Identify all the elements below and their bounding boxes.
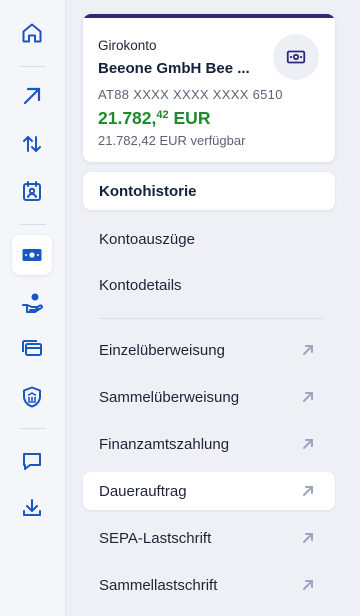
account-menu-panel: Girokonto Beeone GmbH Bee ... AT88 XXXX … <box>66 0 360 616</box>
menu-item-finanzamtszahlung[interactable]: Finanzamtszahlung <box>83 425 335 463</box>
shield-bank-icon <box>23 386 41 408</box>
menu-item-sammellastschrift[interactable]: Sammellastschrift <box>83 566 335 604</box>
card-accent-bar <box>83 14 335 18</box>
money-icon <box>22 249 42 261</box>
available-balance: 21.782,42 EUR verfügbar <box>98 133 246 148</box>
rail-divider <box>20 428 46 429</box>
external-arrow-icon <box>303 533 313 543</box>
contacts-button[interactable] <box>12 171 52 211</box>
menu-item-label: Sammelüberweisung <box>99 388 240 406</box>
downloads-button[interactable] <box>12 488 52 528</box>
home-icon <box>22 23 42 43</box>
menu-item-label: Kontodetails <box>99 276 182 294</box>
account-card[interactable]: Girokonto Beeone GmbH Bee ... AT88 XXXX … <box>83 14 335 162</box>
menu-item-label: Kontohistorie <box>99 182 197 200</box>
security-button[interactable] <box>12 377 52 417</box>
account-type: Girokonto <box>98 38 157 53</box>
menu-item-dauerauftrag[interactable]: Dauerauftrag <box>83 472 335 510</box>
menu-item-kontoauszuege[interactable]: Kontoauszüge <box>83 220 335 258</box>
menu-item-label: SEPA-Lastschrift <box>99 529 212 547</box>
messages-button[interactable] <box>12 441 52 481</box>
send-arrow-icon <box>23 87 41 105</box>
transfer-icon <box>23 136 41 152</box>
calendar-person-icon <box>23 181 41 201</box>
download-icon <box>23 499 41 516</box>
menu-item-sammelueberweisung[interactable]: Sammelüberweisung <box>83 378 335 416</box>
external-arrow-icon <box>303 580 313 590</box>
menu-item-label: Kontoauszüge <box>99 230 195 248</box>
home-button[interactable] <box>12 13 52 53</box>
external-arrow-icon <box>303 392 313 402</box>
menu-divider <box>99 318 323 319</box>
menu-item-kontohistorie[interactable]: Kontohistorie <box>83 172 335 210</box>
account-balance: 21.782,42 EUR <box>98 108 210 129</box>
transfer-button[interactable] <box>12 124 52 164</box>
account-iban: AT88 XXXX XXXX XXXX 6510 <box>98 87 283 102</box>
menu-item-kontodetails[interactable]: Kontodetails <box>83 266 335 304</box>
accounts-button[interactable] <box>12 235 52 275</box>
side-rail <box>0 0 66 616</box>
balance-cents: 42 <box>156 109 169 121</box>
external-arrow-icon <box>303 345 313 355</box>
money-icon <box>286 50 306 64</box>
cards-button[interactable] <box>12 329 52 369</box>
cards-icon <box>22 340 42 356</box>
account-name: Beeone GmbH Bee ... <box>98 60 250 77</box>
menu-item-label: Einzelüberweisung <box>99 341 225 359</box>
chat-icon <box>23 453 41 470</box>
hand-coin-icon <box>22 293 43 313</box>
external-arrow-icon <box>303 486 313 496</box>
external-arrow-icon <box>303 439 313 449</box>
menu-item-sepa-lastschrift[interactable]: SEPA-Lastschrift <box>83 519 335 557</box>
account-icon-circle <box>273 34 319 80</box>
payments-button[interactable] <box>12 283 52 323</box>
menu-item-label: Sammellastschrift <box>99 576 218 594</box>
rail-divider <box>20 66 46 67</box>
menu-item-label: Dauerauftrag <box>99 482 187 500</box>
balance-main: 21.782, <box>98 108 157 128</box>
menu-item-label: Finanzamtszahlung <box>99 435 230 453</box>
rail-divider <box>20 224 46 225</box>
send-button[interactable] <box>12 76 52 116</box>
balance-currency: EUR <box>168 108 211 128</box>
menu-item-einzelueberweisung[interactable]: Einzelüberweisung <box>83 331 335 369</box>
